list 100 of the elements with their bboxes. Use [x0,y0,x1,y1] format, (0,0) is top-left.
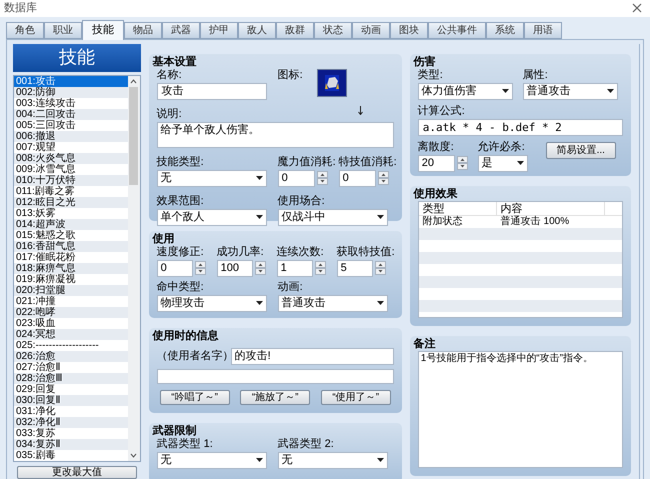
spin-buttons[interactable] [374,261,386,275]
dropdown[interactable]: 普通攻击 [278,294,388,312]
spin-buttons[interactable] [456,156,468,170]
dropdown[interactable]: 无 [156,170,267,186]
sprite-icon[interactable] [316,68,347,96]
list-item[interactable]: 026:治愈 [14,350,128,362]
tab[interactable]: 角色 [6,22,44,38]
tab[interactable]: 敌群 [276,22,314,38]
list-item[interactable]: 025:------------------- [14,340,128,350]
tab[interactable]: 技能 [82,20,124,40]
list-item[interactable]: 028:治愈Ⅲ [14,372,128,384]
spin-buttons[interactable] [194,261,206,275]
tab[interactable]: 敌人 [238,22,276,38]
text-area[interactable]: 给予单个敌人伤害。 [156,122,394,148]
field-label: 名称: [156,68,182,82]
input-field[interactable]: 攻击 [156,82,267,100]
tab[interactable]: 公共事件 [428,22,486,38]
number-field[interactable]: 0 [338,170,376,186]
number-field[interactable]: 0 [278,170,315,186]
list-item[interactable]: 031:净化 [14,406,128,416]
tab[interactable]: 武器 [162,22,200,38]
panel-title: 武器限制 [152,424,198,438]
number-field[interactable]: 0 [156,260,193,276]
dropdown[interactable]: 普通攻击 [522,82,618,100]
field-label: 计算公式: [418,104,465,118]
scrollbar[interactable] [128,76,140,460]
list-item[interactable]: 016:香甜气息 [14,240,128,252]
dropdown[interactable]: 是 [478,154,528,172]
dropdown[interactable]: 物理攻击 [156,294,267,312]
list-item[interactable]: 022:咆哮 [14,306,128,318]
dropdown[interactable]: 仅战斗中 [278,208,388,226]
list-item[interactable]: 027:治愈Ⅱ [14,362,128,372]
number-field[interactable]: 20 [418,154,455,172]
down-arrow-icon [358,106,363,114]
dropdown[interactable]: 无 [156,452,267,468]
list-item[interactable]: 021:冲撞 [14,296,128,306]
list-item[interactable]: 008:火炎气息 [14,152,128,164]
message-button[interactable]: “使用了～” [320,390,391,404]
scrollbar-thumb[interactable] [129,86,138,184]
list-item[interactable]: 033:复苏 [14,428,128,438]
input-field[interactable]: 的攻击! [230,348,394,364]
spin-buttons[interactable] [254,261,266,275]
field-label: 魔力值消耗: [278,156,336,168]
field-label: （使用者名字） [156,348,227,364]
list-item[interactable]: 002:防御 [14,86,128,98]
simple-settings-button[interactable]: 简易设置... [546,142,616,158]
list-item[interactable]: 017:催眠花粉 [14,252,128,262]
list-item[interactable]: 029:回复 [14,384,128,394]
column-header[interactable]: 内容 [496,202,605,214]
caret-icon [376,458,384,462]
spin-buttons[interactable] [314,261,326,275]
list-item[interactable]: 010:十万伏特 [14,174,128,186]
message-button[interactable]: “施放了～” [240,390,310,404]
dropdown[interactable]: 无 [278,452,388,468]
scroll-down-icon[interactable] [130,452,138,458]
list-item[interactable]: 009:冰雪气息 [14,164,128,174]
tab[interactable]: 系统 [486,22,524,38]
dropdown[interactable]: 单个敌人 [156,208,267,226]
close-icon[interactable] [632,3,642,14]
number-field[interactable]: 1 [276,260,313,276]
list-item[interactable]: 020:扫堂腿 [14,284,128,296]
tab[interactable]: 物品 [124,22,162,38]
note-field[interactable]: 1号技能用于指令选择中的“攻击”指令。 [418,350,623,468]
field-label: 命中类型: [156,280,204,294]
number-field[interactable]: 5 [336,260,373,276]
tab[interactable]: 护甲 [200,22,238,38]
panel-title: 使用时的信息 [152,330,220,342]
dropdown[interactable]: 体力值伤害 [418,82,513,100]
caret-icon [256,176,263,180]
message-button[interactable]: “吟唱了～” [160,390,230,404]
change-maximum-button[interactable]: 更改最大值 [17,466,137,478]
field-label: 离散度: [418,140,454,154]
tab[interactable]: 图块 [390,22,428,38]
tab[interactable]: 用语 [524,22,562,38]
list-item[interactable]: 032:净化Ⅱ [14,416,128,428]
column-header[interactable]: 类型 [418,202,497,214]
list-item[interactable]: 003:连续攻击 [14,98,128,108]
list-item[interactable]: 023:吸血 [14,318,128,328]
scroll-up-icon[interactable] [130,78,138,84]
input-field[interactable] [156,368,394,384]
number-field[interactable]: 100 [216,260,253,276]
list-item[interactable]: 035:剧毒 [14,450,128,460]
field-label: 动画: [278,280,303,294]
panel-title: 伤害 [414,56,437,68]
input-field[interactable]: a.atk * 4 - b.def * 2 [418,118,623,136]
list-item[interactable]: 014:超声波 [14,218,128,230]
list-item[interactable]: 004:二回攻击 [14,108,128,120]
spin-buttons[interactable] [316,171,328,185]
tab[interactable]: 动画 [352,22,390,38]
field-label: 武器类型 1: [156,438,213,450]
list-item[interactable]: 024:冥想 [14,328,128,340]
list-item[interactable]: 030:回复Ⅱ [14,394,128,406]
list-item[interactable]: 013:妖雾 [14,208,128,218]
list-item[interactable]: 006:撤退 [14,130,128,142]
tab[interactable]: 职业 [44,22,82,38]
spin-buttons[interactable] [378,171,389,185]
list-item[interactable]: 001:攻击 [14,76,128,86]
list-item[interactable]: 034:复苏Ⅱ [14,438,128,450]
tab[interactable]: 状态 [314,22,352,38]
list-item[interactable]: 005:三回攻击 [14,120,128,130]
